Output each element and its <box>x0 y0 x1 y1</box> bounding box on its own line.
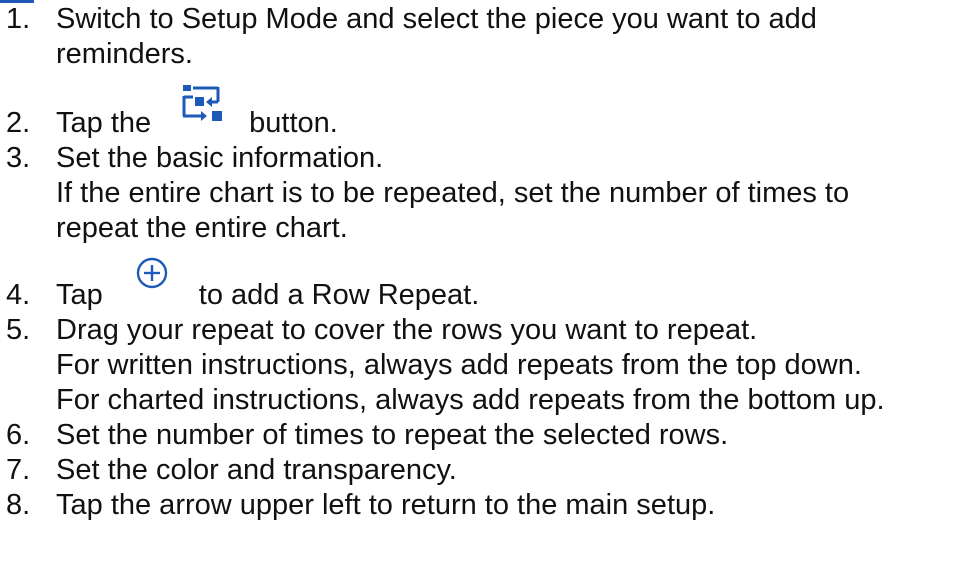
step-number: 8. <box>6 489 31 521</box>
step-text: Tap <box>56 279 103 311</box>
step-number: 7. <box>6 454 31 486</box>
step-number: 1. <box>6 3 31 35</box>
step-text: Tap the <box>56 107 152 139</box>
step-8: 8. Tap the arrow upper left to return to… <box>4 488 970 523</box>
step-number: 5. <box>6 314 31 346</box>
step-text-line: If the entire chart is to be repeated, s… <box>56 177 850 209</box>
step-text-line: Switch to Setup Mode and select the piec… <box>56 3 817 35</box>
step-number: 4. <box>6 279 31 311</box>
step-text-line: repeat the entire chart. <box>56 212 348 244</box>
step-text: to add a Row Repeat. <box>198 279 480 311</box>
step-text-line: Set the color and transparency. <box>56 454 457 486</box>
step-text-line: For written instructions, always add rep… <box>56 349 862 381</box>
step-number: 2. <box>6 107 31 139</box>
step-text-line: reminders. <box>56 38 193 70</box>
step-5: 5. Drag your repeat to cover the rows yo… <box>4 313 970 418</box>
instruction-list: 1. Switch to Setup Mode and select the p… <box>4 2 970 523</box>
step-text-line: Tap the arrow upper left to return to th… <box>56 489 716 521</box>
step-6: 6. Set the number of times to repeat the… <box>4 418 970 453</box>
step-number: 6. <box>6 419 31 451</box>
step-text-line: Set the number of times to repeat the se… <box>56 419 729 451</box>
step-number: 3. <box>6 142 31 174</box>
step-text: button. <box>249 107 338 139</box>
step-4: 4. Tap to add a Row Repeat. <box>4 257 970 313</box>
step-text-line: Drag your repeat to cover the rows you w… <box>56 314 758 346</box>
step-text-line: For charted instructions, always add rep… <box>56 384 885 416</box>
step-2: 2. Tap the button. <box>4 85 970 141</box>
step-text-line: Set the basic information. <box>56 142 384 174</box>
step-1: 1. Switch to Setup Mode and select the p… <box>4 2 970 72</box>
step-3: 3. Set the basic information. If the ent… <box>4 141 970 246</box>
step-7: 7. Set the color and transparency. <box>4 453 970 488</box>
